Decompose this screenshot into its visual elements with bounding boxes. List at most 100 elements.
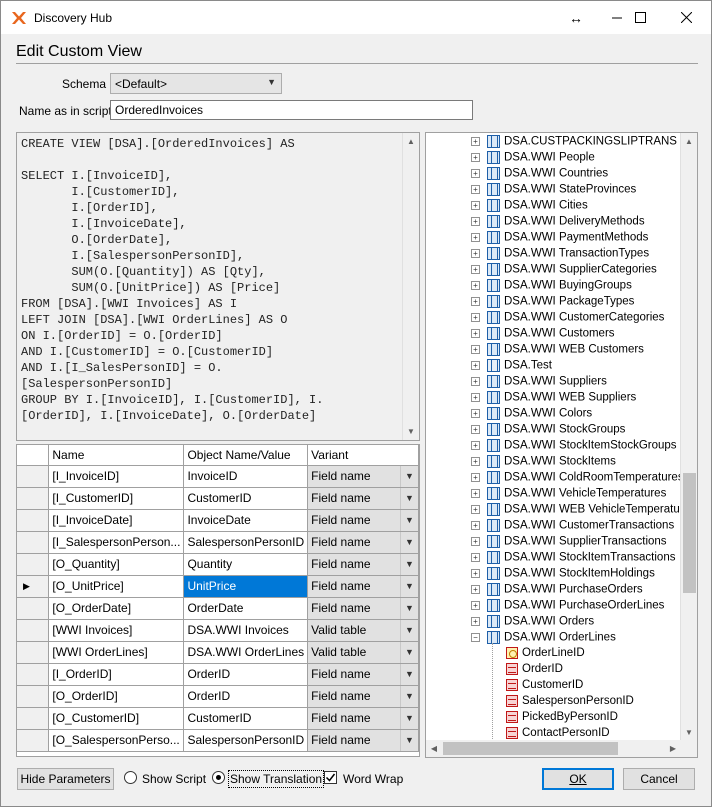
row-header[interactable]: ▶ <box>17 574 50 598</box>
tree-item-table[interactable]: + DSA.WWI PackageTypes <box>471 295 634 311</box>
tree-item-table[interactable]: + DSA.Test <box>471 359 552 375</box>
chevron-down-icon[interactable]: ▼ <box>400 598 418 618</box>
column-header-name[interactable]: Name <box>48 445 185 466</box>
expand-icon[interactable]: + <box>471 345 480 354</box>
row-header[interactable] <box>17 728 50 752</box>
row-header[interactable] <box>17 662 50 686</box>
expand-icon[interactable]: + <box>471 617 480 626</box>
cell-name[interactable]: [O_SalespersonPerso... <box>48 728 185 752</box>
cell-name[interactable]: [WWI OrderLines] <box>48 640 185 664</box>
chevron-down-icon[interactable]: ▼ <box>400 730 418 750</box>
cell-object[interactable]: SalespersonPersonID <box>183 530 309 554</box>
tree-item-table[interactable]: + DSA.WWI People <box>471 151 595 167</box>
expand-icon[interactable]: + <box>471 137 480 146</box>
table-row[interactable]: [O_OrderDate] OrderDate Field name ▼ <box>17 596 419 620</box>
expand-icon[interactable]: + <box>471 473 480 482</box>
tree-item-table[interactable]: + DSA.WWI Countries <box>471 167 608 183</box>
tree-item-table[interactable]: + DSA.WWI VehicleTemperatures <box>471 487 666 503</box>
chevron-down-icon[interactable]: ▼ <box>400 554 418 574</box>
cell-object[interactable]: SalespersonPersonID <box>183 728 309 752</box>
tree-item-field[interactable]: SalespersonPersonID <box>506 695 634 711</box>
chevron-down-icon[interactable]: ▼ <box>400 510 418 530</box>
cell-variant[interactable]: Field name ▼ <box>307 596 419 620</box>
expand-icon[interactable]: + <box>471 233 480 242</box>
row-header[interactable] <box>17 508 50 532</box>
cell-variant[interactable]: Valid table ▼ <box>307 618 419 642</box>
cell-variant[interactable]: Field name ▼ <box>307 706 419 730</box>
cell-object[interactable]: InvoiceID <box>183 464 309 488</box>
tree-item-table[interactable]: + DSA.WWI StockItems <box>471 455 616 471</box>
chevron-down-icon[interactable]: ▼ <box>400 620 418 640</box>
tree-item-table[interactable]: + DSA.WWI ColdRoomTemperatures <box>471 471 684 487</box>
expand-icon[interactable]: + <box>471 265 480 274</box>
word-wrap-checkbox[interactable] <box>324 771 337 784</box>
tree-item-field[interactable]: CustomerID <box>506 679 583 695</box>
cell-object[interactable]: DSA.WWI OrderLines <box>183 640 309 664</box>
tree-item-table[interactable]: + DSA.WWI Suppliers <box>471 375 607 391</box>
expand-icon[interactable]: + <box>471 585 480 594</box>
expand-icon[interactable]: + <box>471 601 480 610</box>
expand-icon[interactable]: + <box>471 297 480 306</box>
maximize-button[interactable] <box>617 1 663 34</box>
tree-item-table[interactable]: + DSA.WWI DeliveryMethods <box>471 215 645 231</box>
row-header[interactable] <box>17 552 50 576</box>
expand-icon[interactable]: + <box>471 521 480 530</box>
expand-icon[interactable]: + <box>471 217 480 226</box>
table-row[interactable]: [I_InvoiceID] InvoiceID Field name ▼ <box>17 464 419 488</box>
cell-object[interactable]: InvoiceDate <box>183 508 309 532</box>
tree-item-table[interactable]: + DSA.WWI Customers <box>471 327 615 343</box>
cell-object[interactable]: UnitPrice <box>183 574 309 598</box>
expand-icon[interactable]: + <box>471 569 480 578</box>
expand-icon[interactable]: + <box>471 249 480 258</box>
tree-item-table[interactable]: + DSA.WWI PurchaseOrders <box>471 583 643 599</box>
show-translation-label[interactable]: Show Translation <box>227 770 325 788</box>
tree-item-table[interactable]: + DSA.WWI SupplierCategories <box>471 263 657 279</box>
table-row[interactable]: [O_OrderID] OrderID Field name ▼ <box>17 684 419 708</box>
cell-object[interactable]: Quantity <box>183 552 309 576</box>
scroll-right-icon[interactable]: ▶ <box>665 740 681 757</box>
scroll-down-icon[interactable]: ▼ <box>681 724 697 741</box>
tree-vertical-scrollbar[interactable]: ▲ ▼ <box>680 133 697 741</box>
expand-icon[interactable]: + <box>471 489 480 498</box>
table-row[interactable]: [WWI OrderLines] DSA.WWI OrderLines Valid … <box>17 640 419 664</box>
scroll-up-icon[interactable]: ▲ <box>681 133 697 150</box>
cell-object[interactable]: OrderID <box>183 662 309 686</box>
cell-variant[interactable]: Field name ▼ <box>307 552 419 576</box>
tree-item-table[interactable]: + DSA.WWI CustomerCategories <box>471 311 664 327</box>
table-row[interactable]: [I_InvoiceDate] InvoiceDate Field name ▼ <box>17 508 419 532</box>
row-header[interactable] <box>17 618 50 642</box>
show-script-radio[interactable] <box>124 771 137 784</box>
tree-item-table[interactable]: + DSA.WWI WEB Suppliers <box>471 391 636 407</box>
cell-variant[interactable]: Field name ▼ <box>307 574 419 598</box>
row-header[interactable] <box>17 640 50 664</box>
cancel-button[interactable]: Cancel <box>623 768 695 790</box>
chevron-down-icon[interactable]: ▼ <box>400 664 418 684</box>
tree-item-table[interactable]: + DSA.WWI WEB Customers <box>471 343 644 359</box>
cell-object[interactable]: CustomerID <box>183 486 309 510</box>
tree-item-field[interactable]: PickedByPersonID <box>506 711 618 727</box>
expand-icon[interactable]: + <box>471 393 480 402</box>
table-row[interactable]: ▶ [O_UnitPrice] UnitPrice Field name ▼ <box>17 574 419 598</box>
cell-object[interactable]: OrderDate <box>183 596 309 620</box>
column-header-variant[interactable]: Variant <box>307 445 419 466</box>
cell-name[interactable]: [I_OrderID] <box>48 662 185 686</box>
close-button[interactable] <box>663 1 709 34</box>
table-row[interactable]: [I_SalespersonPerson... SalespersonPerson… <box>17 530 419 554</box>
cell-object[interactable]: CustomerID <box>183 706 309 730</box>
expand-icon[interactable]: + <box>471 153 480 162</box>
tree-item-table[interactable]: + DSA.WWI CustomerTransactions <box>471 519 674 535</box>
cell-name[interactable]: [O_OrderDate] <box>48 596 185 620</box>
cell-variant[interactable]: Field name ▼ <box>307 684 419 708</box>
tree-item-table[interactable]: + DSA.WWI Cities <box>471 199 588 215</box>
table-row[interactable]: [O_SalespersonPerso... SalespersonPersonI… <box>17 728 419 752</box>
tree-horizontal-scrollbar[interactable]: ◀ ▶ <box>426 740 681 757</box>
expand-icon[interactable]: + <box>471 377 480 386</box>
tree-item-table[interactable]: + DSA.WWI StockItemStockGroups <box>471 439 677 455</box>
expand-icon[interactable]: + <box>471 313 480 322</box>
scrollbar-thumb[interactable] <box>683 473 696 593</box>
tree-item-table[interactable]: + DSA.WWI Orders <box>471 615 594 631</box>
row-header[interactable] <box>17 486 50 510</box>
expand-icon[interactable]: + <box>471 425 480 434</box>
cell-variant[interactable]: Field name ▼ <box>307 486 419 510</box>
cell-name[interactable]: [WWI Invoices] <box>48 618 185 642</box>
